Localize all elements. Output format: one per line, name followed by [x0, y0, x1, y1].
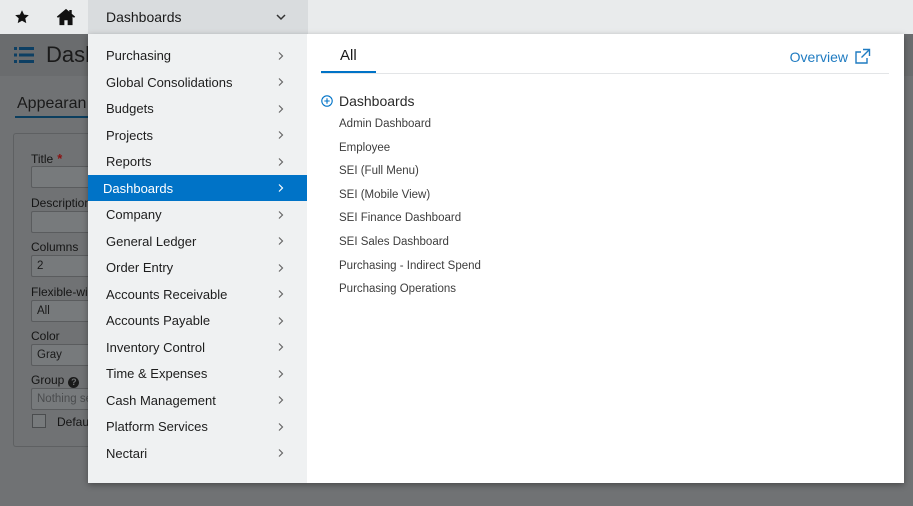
- dashboard-link[interactable]: Purchasing Operations: [339, 283, 456, 295]
- home-button[interactable]: [44, 0, 88, 34]
- menu-item-label: Order Entry: [106, 260, 174, 275]
- dashboard-link[interactable]: SEI Finance Dashboard: [339, 212, 461, 224]
- menu-item-purchasing[interactable]: Purchasing: [88, 43, 307, 69]
- menu-item-order-entry[interactable]: Order Entry: [88, 255, 307, 281]
- top-bar: Dashboards: [0, 0, 913, 34]
- chevron-right-icon: [278, 263, 284, 272]
- chevron-right-icon: [278, 104, 284, 113]
- chevron-right-icon: [278, 290, 284, 298]
- menu-item-label: General Ledger: [106, 233, 197, 249]
- menu-item-label: Accounts Payable: [106, 313, 211, 328]
- menu-item-label: Inventory Control: [106, 339, 205, 355]
- menu-item-label: Reports: [106, 154, 152, 169]
- menu-item-budgets[interactable]: Budgets: [88, 96, 307, 122]
- category-list: Purchasing Global Consolidations Budgets Pr…: [88, 34, 307, 483]
- description-input[interactable]: [31, 211, 91, 233]
- chevron-right-icon: [278, 237, 284, 245]
- dashboard-link[interactable]: Purchasing - Indirect Spend: [339, 260, 481, 272]
- flexible-width-select[interactable]: All: [31, 300, 91, 322]
- dashboard-link[interactable]: SEI (Full Menu): [339, 165, 419, 177]
- menu-item-label: Company: [106, 207, 162, 222]
- chevron-right-icon: [278, 210, 284, 219]
- description-label: Description: [31, 196, 92, 210]
- menu-item-label: Purchasing: [106, 48, 172, 63]
- chevron-right-icon: [278, 316, 284, 325]
- group-select[interactable]: Nothing se: [31, 388, 91, 410]
- overview-link[interactable]: Overview: [790, 48, 871, 65]
- flexible-width-label: Flexible-wi: [31, 285, 88, 299]
- favorites-button[interactable]: [0, 0, 44, 34]
- menu-item-label: Time & Expenses: [106, 366, 208, 381]
- section-title: Dashboards: [339, 93, 415, 109]
- menu-item-label: Nectari: [106, 445, 148, 461]
- menu-content: All Overview Dashboards Admin Dashboard E…: [307, 34, 904, 483]
- external-link-icon: [855, 48, 871, 64]
- home-icon: [56, 8, 76, 26]
- color-label: Color: [31, 329, 60, 343]
- chevron-right-icon: [278, 184, 284, 192]
- chevron-right-icon: [278, 131, 284, 139]
- menu-item-nectari[interactable]: Nectari: [88, 440, 307, 466]
- required-mark: *: [57, 151, 63, 166]
- dashboard-link[interactable]: SEI Sales Dashboard: [339, 236, 449, 248]
- menu-item-label: Projects: [106, 127, 153, 143]
- menu-item-projects[interactable]: Projects: [88, 122, 307, 148]
- menu-item-time-expenses[interactable]: Time & Expenses: [88, 361, 307, 387]
- star-icon: [15, 10, 29, 24]
- dashboard-link[interactable]: SEI (Mobile View): [339, 189, 430, 201]
- list-icon: [14, 47, 34, 63]
- dashboard-link[interactable]: Admin Dashboard: [339, 118, 431, 130]
- tab-appearance[interactable]: Appearan: [17, 95, 86, 113]
- chevron-down-icon: [276, 14, 286, 21]
- menu-item-accounts-receivable[interactable]: Accounts Receivable: [88, 281, 307, 307]
- tab-all[interactable]: All: [321, 47, 376, 74]
- section-header[interactable]: Dashboards: [321, 93, 415, 109]
- chevron-right-icon: [278, 422, 284, 431]
- title-input[interactable]: [31, 166, 91, 188]
- menu-item-reports[interactable]: Reports: [88, 149, 307, 175]
- menu-item-inventory-control[interactable]: Inventory Control: [88, 334, 307, 360]
- menu-item-cash-management[interactable]: Cash Management: [88, 387, 307, 413]
- module-dropdown[interactable]: Dashboards: [88, 0, 308, 34]
- chevron-right-icon: [278, 78, 284, 86]
- tab-divider: [321, 73, 889, 74]
- default-checkbox-label: Defau: [57, 415, 90, 429]
- menu-item-general-ledger[interactable]: General Ledger: [88, 228, 307, 254]
- default-checkbox[interactable]: [32, 414, 46, 428]
- module-dropdown-label: Dashboards: [106, 9, 182, 25]
- group-label: Group?: [31, 373, 80, 388]
- menu-item-label: Budgets: [106, 101, 154, 116]
- menu-item-platform-services[interactable]: Platform Services: [88, 414, 307, 440]
- title-label: Title *: [31, 151, 63, 166]
- menu-item-company[interactable]: Company: [88, 202, 307, 228]
- chevron-right-icon: [278, 157, 284, 166]
- chevron-right-icon: [278, 343, 284, 351]
- menu-item-dashboards[interactable]: Dashboards: [88, 175, 307, 201]
- dashboard-link[interactable]: Employee: [339, 142, 390, 154]
- menu-item-global-consolidations[interactable]: Global Consolidations: [88, 69, 307, 95]
- menu-item-label: Cash Management: [106, 392, 216, 408]
- chevron-right-icon: [278, 449, 284, 457]
- columns-label: Columns: [31, 240, 79, 254]
- menu-item-label: Accounts Receivable: [106, 286, 228, 302]
- menu-item-label: Platform Services: [106, 419, 208, 434]
- module-menu: Purchasing Global Consolidations Budgets Pr…: [88, 34, 904, 483]
- help-icon[interactable]: ?: [68, 377, 80, 388]
- menu-item-accounts-payable[interactable]: Accounts Payable: [88, 308, 307, 334]
- menu-item-label: Dashboards: [103, 180, 174, 196]
- plus-circle-icon: [321, 95, 333, 107]
- tab-underline: [15, 116, 88, 118]
- color-select[interactable]: Gray: [31, 344, 91, 366]
- chevron-right-icon: [278, 396, 284, 404]
- menu-item-label: Global Consolidations: [106, 74, 233, 90]
- chevron-right-icon: [278, 51, 284, 60]
- overview-label: Overview: [789, 48, 848, 65]
- chevron-right-icon: [278, 369, 284, 378]
- columns-select[interactable]: 2: [31, 255, 91, 277]
